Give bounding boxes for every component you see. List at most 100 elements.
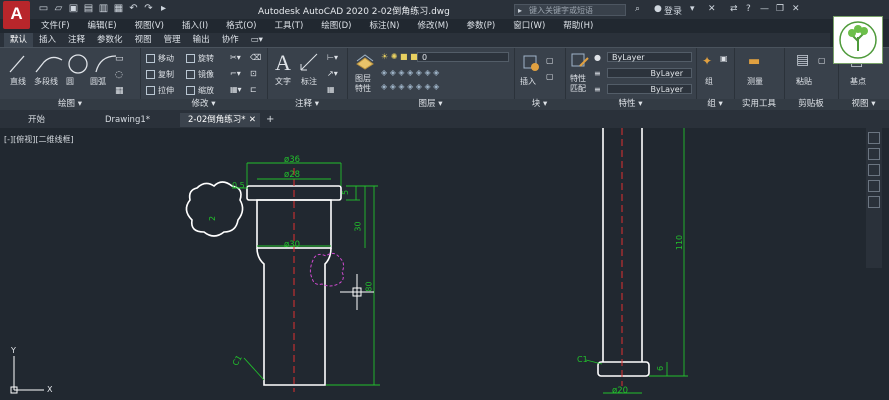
share-icon[interactable]: ▸ (158, 3, 169, 14)
menu-insert[interactable]: 插入(I) (173, 19, 217, 33)
tab-parametric[interactable]: 参数化 (91, 33, 129, 47)
open-icon[interactable]: ▱ (53, 3, 64, 14)
annotation-panel-title[interactable]: 注释 ▾ (267, 99, 347, 110)
tab-close-icon[interactable]: ✕ (249, 113, 256, 127)
tab-manage[interactable]: 管理 (158, 33, 187, 47)
navbar-pan-icon[interactable] (868, 148, 880, 160)
search-glass-icon[interactable]: ⌕ (635, 4, 640, 14)
menu-edit[interactable]: 编辑(E) (79, 19, 126, 33)
ellipse-icon[interactable]: ◌ (115, 70, 123, 80)
stretch-button[interactable]: 拉伸 (146, 85, 174, 96)
redo-icon[interactable]: ↷ (143, 3, 154, 14)
color-dropdown[interactable]: ByLayer (607, 52, 692, 62)
menu-file[interactable]: 文件(F) (32, 19, 79, 33)
leader-icon[interactable]: ↗▾ (327, 69, 338, 78)
copy-button[interactable]: 复制 (146, 69, 174, 80)
text-button[interactable]: 文字 (275, 76, 291, 87)
menu-draw[interactable]: 绘图(D) (312, 19, 360, 33)
properties-panel-title[interactable]: 特性 ▾ (565, 99, 696, 110)
menu-modify[interactable]: 修改(M) (408, 19, 457, 33)
utilities-panel-title[interactable]: 实用工具 (734, 99, 784, 110)
measure-button[interactable]: 测量 (747, 76, 763, 87)
new-icon[interactable]: ▭ (38, 3, 49, 14)
offset-icon[interactable]: ⊏ (250, 85, 257, 94)
tab-collaborate[interactable]: 协作 (216, 33, 245, 47)
explode-icon[interactable]: ⊡ (250, 69, 257, 78)
tab-drawing1[interactable]: Drawing1* (97, 113, 177, 127)
saveas-icon[interactable]: ▤ (83, 3, 94, 14)
trim-icon[interactable]: ✂▾ (230, 53, 241, 62)
lineweight-dropdown[interactable]: ByLayer (607, 84, 692, 94)
ribbon-options-icon[interactable]: ▭▾ (245, 33, 269, 47)
layer-dropdown[interactable]: 0 (417, 52, 509, 62)
hatch-icon[interactable]: ▦ (115, 86, 124, 96)
ungroup-icon[interactable]: ▣ (720, 54, 728, 63)
navbar-orbit-icon[interactable] (868, 180, 880, 192)
user-icon[interactable]: ● (654, 4, 662, 14)
array-icon[interactable]: ▦▾ (230, 85, 242, 94)
tab-current-drawing[interactable]: 2-02倒角练习* ✕ (180, 113, 260, 127)
print-icon[interactable]: ▥ (98, 3, 109, 14)
base-button[interactable]: 基点 (850, 76, 866, 87)
tab-annotate[interactable]: 注释 (62, 33, 91, 47)
create-block-icon[interactable]: ▢ (546, 56, 554, 65)
save-icon[interactable]: ▣ (68, 3, 79, 14)
mirror-button[interactable]: 镜像 (186, 69, 214, 80)
line-button[interactable]: 直线 (10, 76, 26, 87)
layers-panel-title[interactable]: 图层 ▾ (347, 99, 514, 110)
layer-tools-row1[interactable]: ◈ ◈ ◈ ◈ ◈ ◈ ◈ (381, 68, 439, 77)
tab-start[interactable]: 开始 (20, 113, 95, 127)
move-button[interactable]: 移动 (146, 53, 174, 64)
cart-icon[interactable]: ⇄ (730, 4, 738, 14)
polyline-button[interactable]: 多段线 (34, 76, 58, 87)
insert-button[interactable]: 插入 (520, 76, 536, 87)
linetype-dropdown[interactable]: ByLayer (607, 68, 692, 78)
layer-tools-row2[interactable]: ◈ ◈ ◈ ◈ ◈ ◈ ◈ (381, 82, 439, 91)
linear-dim-icon[interactable]: ⊢▾ (327, 53, 338, 62)
layer-properties-button[interactable]: 图层 特性 (355, 74, 371, 94)
rotate-button[interactable]: 旋转 (186, 53, 214, 64)
paste-button[interactable]: 粘贴 (796, 76, 812, 87)
view-panel-title[interactable]: 视图 ▾ (838, 99, 889, 110)
circle-button[interactable]: 圆 (66, 76, 74, 87)
table-icon[interactable]: ▦ (327, 85, 335, 94)
autocad-logo[interactable]: A (3, 1, 30, 29)
draw-extra-icon[interactable]: ▭ (115, 54, 124, 64)
dimension-button[interactable]: 标注 (301, 76, 317, 87)
navbar-compass-icon[interactable] (868, 132, 880, 144)
groups-panel-title[interactable]: 组 ▾ (696, 99, 734, 110)
menu-format[interactable]: 格式(O) (217, 19, 265, 33)
menu-window[interactable]: 窗口(W) (504, 19, 554, 33)
menu-view[interactable]: 视图(V) (126, 19, 173, 33)
navbar-showmotion-icon[interactable] (868, 196, 880, 208)
arc-button[interactable]: 圆弧 (90, 76, 106, 87)
tab-default[interactable]: 默认 (4, 33, 34, 47)
match-properties-button[interactable]: 特性 匹配 (570, 74, 586, 94)
fillet-icon[interactable]: ⌐▾ (230, 69, 241, 78)
login-link[interactable]: 登录 (664, 4, 682, 17)
block-panel-title[interactable]: 块 ▾ (514, 99, 565, 110)
menu-tools[interactable]: 工具(T) (265, 19, 312, 33)
minimize-icon[interactable]: — (760, 4, 769, 14)
erase-icon[interactable]: ⌫ (250, 53, 261, 62)
menu-dimension[interactable]: 标注(N) (360, 19, 408, 33)
help-icon[interactable]: ? (746, 4, 751, 14)
edit-block-icon[interactable]: ▢ (546, 72, 554, 81)
dropdown-icon[interactable]: ▾ (690, 4, 695, 14)
layer-state-icons[interactable]: ☀ ✺ ■ ■ (381, 52, 418, 61)
draw-panel-title[interactable]: 绘图 ▾ (0, 99, 140, 110)
exchange-icon[interactable]: ✕ (708, 4, 716, 14)
tab-output[interactable]: 输出 (187, 33, 216, 47)
new-tab-icon[interactable]: + (266, 114, 274, 125)
copy-clip-icon[interactable]: ▢ (818, 56, 826, 65)
tab-view[interactable]: 视图 (129, 33, 158, 47)
menu-parametric[interactable]: 参数(P) (457, 19, 504, 33)
plot-icon[interactable]: ▦ (113, 3, 124, 14)
close-icon[interactable]: ✕ (792, 4, 800, 14)
scale-button[interactable]: 缩放 (186, 85, 214, 96)
menu-help[interactable]: 帮助(H) (554, 19, 602, 33)
clipboard-panel-title[interactable]: 剪贴板 (784, 99, 838, 110)
undo-icon[interactable]: ↶ (128, 3, 139, 14)
restore-icon[interactable]: ❐ (776, 4, 784, 14)
search-input[interactable]: ▸ 键入关键字或短语 (514, 4, 626, 16)
